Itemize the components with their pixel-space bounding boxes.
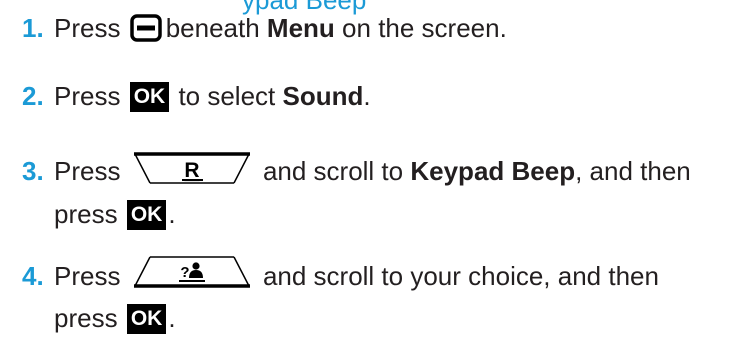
- step-text: Press: [54, 156, 121, 186]
- step-3-continuation: press OK.: [54, 193, 176, 235]
- phonebook-key-icon: ?: [132, 255, 252, 289]
- step-text: .: [363, 81, 371, 111]
- ok-key-icon: OK: [126, 304, 167, 334]
- step-text: Press: [54, 81, 121, 111]
- step-text: Press: [54, 261, 121, 291]
- step-number: 3.: [22, 156, 44, 186]
- step-1: 1. Press beneath Menu on the screen.: [22, 7, 507, 49]
- step-text: and scroll to your choice, and then: [262, 261, 659, 291]
- ok-key-icon: OK: [126, 200, 167, 230]
- ok-key-icon: OK: [129, 82, 170, 112]
- step-3: 3. Press R and scroll to Keypad Beep, and…: [22, 150, 691, 192]
- step-text: .: [168, 199, 176, 229]
- step-text: to select: [178, 81, 276, 111]
- step-bold-term: Keypad Beep: [410, 156, 576, 186]
- step-text: , and then: [575, 156, 691, 186]
- step-text: and scroll to: [262, 156, 404, 186]
- step-number: 1.: [22, 13, 44, 43]
- step-4: 4. Press ? and scroll to your choice, and…: [22, 255, 659, 297]
- step-number: 4.: [22, 261, 44, 291]
- redial-key-icon: R: [132, 152, 252, 186]
- svg-text:?: ?: [180, 264, 189, 281]
- step-text: Press: [54, 13, 121, 43]
- step-bold-term: Sound: [282, 81, 364, 111]
- step-text: on the screen.: [342, 13, 507, 43]
- step-4-continuation: press OK.: [54, 297, 176, 339]
- step-number: 2.: [22, 81, 44, 111]
- step-2: 2. Press OK to select Sound.: [22, 75, 371, 117]
- step-text: press: [54, 303, 118, 333]
- step-text: press: [54, 199, 118, 229]
- step-text: beneath: [165, 13, 260, 43]
- step-text: .: [168, 303, 176, 333]
- redial-key-label: R: [184, 159, 199, 182]
- step-bold-term: Menu: [266, 13, 335, 43]
- menu-softkey-icon: [129, 12, 162, 42]
